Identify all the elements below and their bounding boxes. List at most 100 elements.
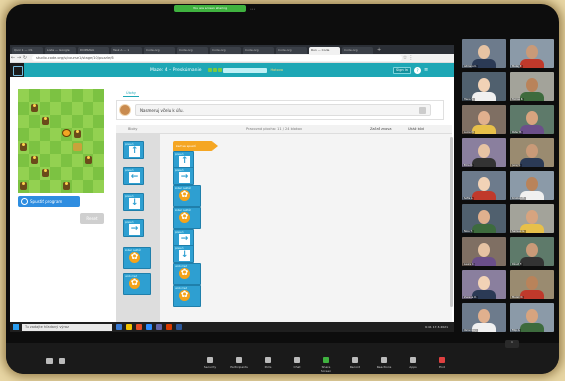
sharing-more-icon[interactable]: ••• [250, 7, 255, 11]
participant-tile[interactable]: Nina T. [462, 204, 506, 233]
browser-tab[interactable]: DOPRAVA [78, 47, 109, 54]
run-button[interactable]: Spustiť program [18, 196, 80, 207]
zoom-app-icon[interactable] [146, 324, 152, 330]
sign-in-button[interactable]: Sign In [393, 66, 412, 74]
participant-tile[interactable]: Adriana K. [462, 39, 506, 68]
url-field[interactable]: studio.code.org/s/course1/stage/10/puzzl… [32, 55, 402, 61]
participant-tile[interactable]: Laura C. [462, 237, 506, 266]
participant-tile[interactable]: Matej P. [510, 39, 554, 68]
participant-face [478, 78, 490, 92]
participant-name: Hana S. [463, 98, 475, 101]
toolbar-apps-button[interactable]: Apps [404, 357, 422, 369]
maze-cell [93, 102, 104, 115]
action-block[interactable]: zober nektár ✿ [173, 207, 201, 229]
flower-action-icon: ✿ [179, 290, 190, 301]
start-over-button[interactable]: Začať znova [370, 125, 392, 134]
participant-name: Matej P. [511, 65, 523, 68]
browser-tab[interactable]: Code.org [177, 47, 208, 54]
browser-tab[interactable]: Code.org [144, 47, 175, 54]
task-view-icon[interactable] [116, 324, 122, 330]
participant-video [472, 125, 496, 134]
flower-icon [41, 169, 49, 177]
participant-tile[interactable]: Kristián H. [510, 171, 554, 200]
speaker-icon[interactable] [419, 106, 426, 114]
browser-tab[interactable]: Run — Code [309, 47, 340, 54]
explorer-icon[interactable] [126, 324, 132, 330]
participant-tile[interactable]: Marek N. [510, 270, 554, 299]
action-block[interactable]: zober nektár ✿ [123, 247, 151, 269]
move-block[interactable]: presuň ↓ [173, 245, 194, 263]
participant-tile[interactable]: Zuzana O. [462, 270, 506, 299]
participant-tile[interactable]: Hana S. [462, 72, 506, 101]
action-block[interactable]: urob med ✿ [123, 273, 151, 295]
instructions-tab[interactable]: Úlohy [123, 89, 139, 97]
when-run-block[interactable]: keď sa spustí [173, 141, 218, 151]
expand-icon[interactable]: ⌃ [505, 340, 519, 348]
menu-icon[interactable]: ⋮ [408, 55, 414, 61]
powerpoint-icon[interactable] [166, 324, 172, 330]
camera-icon[interactable] [59, 358, 65, 364]
new-tab-icon[interactable]: + [377, 47, 381, 54]
help-icon[interactable]: ? [414, 66, 422, 74]
move-block[interactable]: presuň ↑ [123, 141, 144, 159]
progress-dot[interactable] [207, 68, 212, 72]
taskbar-search[interactable]: Tu zadajte hľadaný výraz [22, 323, 112, 331]
toolbar-end-button[interactable]: End [433, 357, 451, 369]
move-block[interactable]: presuň → [173, 167, 194, 185]
toolbar-polls-button[interactable]: Polls [259, 357, 277, 369]
toolbar-security-button[interactable]: Security [201, 357, 219, 369]
browser-tab[interactable]: Lista — Google [45, 47, 76, 54]
windows-start-icon[interactable] [13, 324, 19, 330]
maze-cell [93, 141, 104, 154]
participant-tile[interactable]: Juraj V. [510, 138, 554, 167]
browser-tab[interactable]: Code.org [342, 47, 373, 54]
move-block[interactable]: presuň → [123, 219, 144, 237]
browser-tab[interactable]: Code.org [243, 47, 274, 54]
instructor-avatar [119, 104, 131, 116]
block-workspace[interactable] [160, 134, 452, 329]
progress-dot[interactable] [212, 68, 217, 72]
flower-action-icon: ✿ [129, 252, 140, 263]
show-code-button[interactable]: Ukáž kód [408, 125, 424, 134]
browser-tab[interactable]: Task A — 1 [111, 47, 142, 54]
toolbar-share-screen-button[interactable]: Share Screen [317, 357, 335, 373]
reset-button[interactable]: Reset [80, 213, 104, 224]
maze-cell [93, 89, 104, 102]
finish-label[interactable]: Hotovo [271, 68, 284, 72]
participant-tile[interactable]: Veronika J. [462, 303, 506, 332]
chrome-icon[interactable] [136, 324, 142, 330]
action-block[interactable]: zober nektár ✿ [173, 185, 201, 207]
participant-tile[interactable]: Dávid F. [510, 237, 554, 266]
toolbar-participants-button[interactable]: Participants [230, 357, 248, 369]
maze-cell [18, 167, 29, 180]
participant-tile[interactable]: Ema D. [462, 138, 506, 167]
toolbar-chat-button[interactable]: Chat [288, 357, 306, 369]
participant-tile[interactable]: Samuel G. [510, 204, 554, 233]
progress-dot[interactable] [217, 68, 222, 72]
hamburger-icon[interactable]: ≡ [424, 67, 428, 73]
word-icon[interactable] [176, 324, 182, 330]
participant-tile[interactable]: Lucia M. [462, 105, 506, 134]
browser-tab[interactable]: Code.org [210, 47, 241, 54]
browser-tab[interactable]: Quiz 1 — CS [12, 47, 43, 54]
participant-tile[interactable]: Filip A. [510, 303, 554, 332]
action-block[interactable]: urob med ✿ [173, 263, 201, 285]
participant-tile[interactable]: Tomáš R. [510, 72, 554, 101]
toolbar-record-button[interactable]: Record [346, 357, 364, 369]
workspace-scrollbar[interactable] [450, 137, 453, 307]
screen-sharing-pill[interactable]: You are screen sharing [174, 5, 246, 12]
participant-tile[interactable]: Peter B. [510, 105, 554, 134]
flower-icon [30, 156, 38, 164]
action-block[interactable]: urob med ✿ [173, 285, 201, 307]
browser-tab[interactable]: Code.org [276, 47, 307, 54]
codeorg-logo[interactable] [10, 63, 24, 77]
move-block[interactable]: presuň ↓ [123, 193, 144, 211]
maze-cell [71, 141, 83, 154]
toolbar-reactions-button[interactable]: Reactions [375, 357, 393, 369]
teams-icon[interactable] [156, 324, 162, 330]
microphone-icon[interactable] [46, 358, 53, 364]
participant-face [526, 243, 538, 257]
participant-tile[interactable]: Sofia L. [462, 171, 506, 200]
reload-icon[interactable]: ↻ [22, 55, 28, 61]
move-block[interactable]: presuň ← [123, 167, 144, 185]
